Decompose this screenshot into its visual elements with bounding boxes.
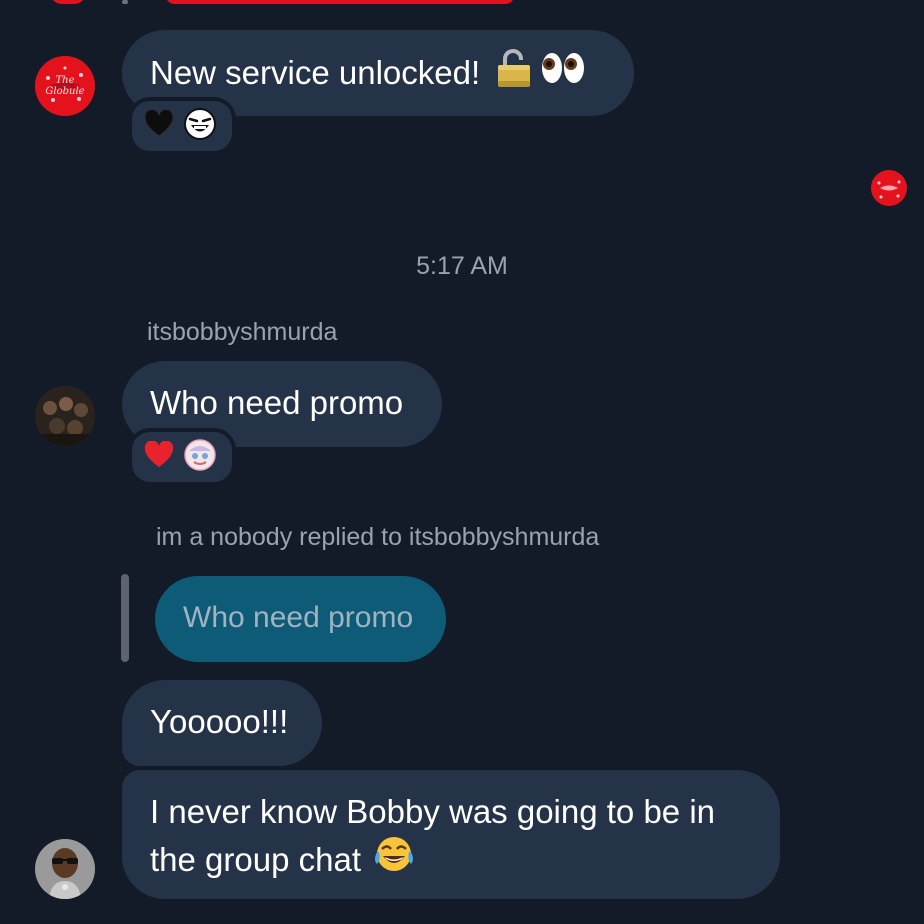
message-text: Yooooo!!!: [150, 703, 289, 740]
partial-divider-top: [122, 0, 128, 4]
message-bubble-yoooo[interactable]: Yooooo!!!: [122, 680, 322, 766]
reply-indicator-bar: [121, 574, 129, 662]
tears-of-joy-icon: [373, 834, 415, 885]
reactions-unlock[interactable]: [128, 97, 236, 155]
read-receipt-avatar: [871, 170, 907, 206]
unlocked-padlock-icon: [496, 48, 532, 99]
message-bubble-never-know[interactable]: I never know Bobby was going to be in th…: [122, 770, 780, 899]
avatar-itsbobbyshmurda[interactable]: [35, 386, 95, 446]
sender-name[interactable]: itsbobbyshmurda: [147, 318, 337, 347]
eyes-icon: [540, 51, 586, 96]
message-line-2-text: the group chat: [150, 840, 361, 878]
sticker-face-icon[interactable]: [184, 438, 216, 476]
laughing-face-icon[interactable]: [184, 107, 216, 145]
message-line-2: the group chat: [150, 834, 752, 885]
red-heart-icon[interactable]: [144, 439, 174, 474]
message-line-1: I never know Bobby was going to be in: [150, 793, 716, 830]
message-text: New service unlocked!: [150, 54, 481, 91]
avatar-user-sunglasses[interactable]: [35, 839, 95, 899]
message-text: Who need promo: [150, 384, 404, 421]
black-heart-icon[interactable]: [144, 108, 174, 143]
quoted-message-text: Who need promo: [183, 601, 414, 634]
reactions-bobby[interactable]: [128, 428, 236, 486]
timestamp: 5:17 AM: [416, 252, 508, 280]
quoted-message-bubble[interactable]: Who need promo: [155, 576, 446, 662]
svg-text:Globule: Globule: [45, 86, 84, 97]
partial-avatar-top: [50, 0, 86, 4]
avatar-globule[interactable]: The Globule: [35, 56, 95, 116]
svg-text:The: The: [55, 75, 74, 86]
partial-bubble-top: [165, 0, 515, 4]
reply-header: im a nobody replied to itsbobbyshmurda: [156, 523, 600, 551]
